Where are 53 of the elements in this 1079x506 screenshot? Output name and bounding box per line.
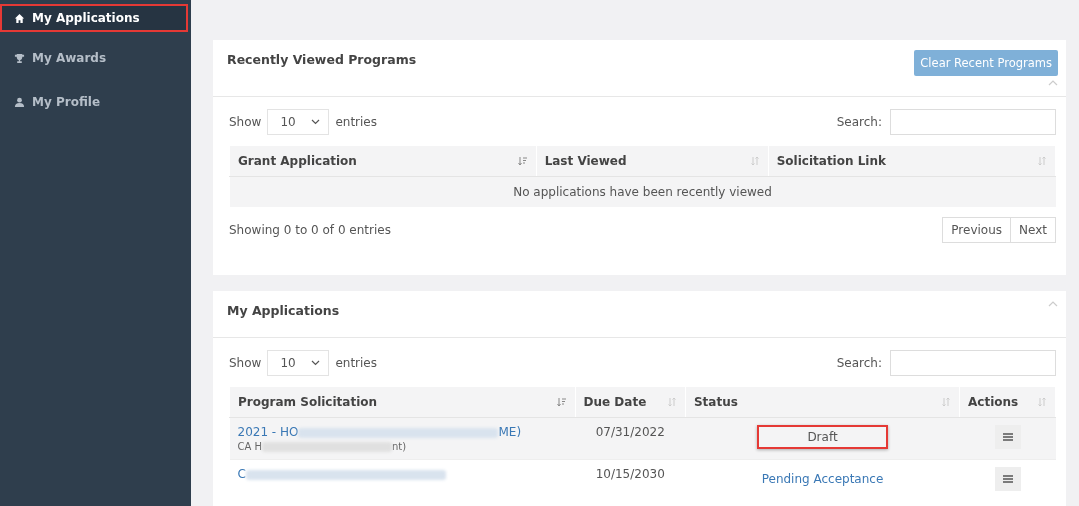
search-label: Search: bbox=[836, 115, 882, 129]
show-label: Show bbox=[229, 115, 262, 129]
dropdown-caret-icon[interactable] bbox=[311, 360, 321, 366]
column-header[interactable]: Actions bbox=[959, 386, 1056, 418]
panel-title: My Applications bbox=[227, 303, 340, 318]
sidebar-item[interactable]: My Applications bbox=[0, 4, 188, 32]
collapse-chevron-icon[interactable] bbox=[1048, 80, 1058, 86]
actions-menu-button[interactable] bbox=[994, 425, 1021, 449]
search-field[interactable] bbox=[890, 109, 1056, 135]
collapse-chevron-icon[interactable] bbox=[1048, 301, 1058, 307]
table-info: Showing 0 to 0 of 0 entries bbox=[229, 223, 391, 237]
entries-label: entries bbox=[335, 356, 377, 370]
program-link[interactable]: C bbox=[237, 467, 246, 481]
sort-icon[interactable] bbox=[1037, 397, 1047, 407]
search-label: Search: bbox=[836, 356, 882, 370]
due-date-cell: 07/31/2022 bbox=[575, 417, 686, 460]
column-header[interactable]: Grant Application bbox=[229, 145, 537, 177]
actions-menu-button[interactable] bbox=[994, 467, 1021, 491]
empty-table-message: No applications have been recently viewed bbox=[229, 176, 1056, 207]
status-label: Draft bbox=[757, 425, 888, 449]
status-label[interactable]: Pending Acceptance bbox=[711, 467, 934, 491]
sort-icon[interactable] bbox=[941, 397, 952, 407]
panel-title: Recently Viewed Programs bbox=[227, 52, 417, 67]
home-icon bbox=[14, 12, 25, 24]
page-size-select[interactable]: 10 bbox=[267, 350, 330, 376]
page-size-select[interactable]: 10 bbox=[267, 109, 330, 135]
column-header[interactable]: Solicitation Link bbox=[768, 145, 1056, 177]
column-header[interactable]: Last Viewed bbox=[536, 145, 769, 177]
program-link[interactable]: 2021 - HO bbox=[237, 425, 299, 439]
pager-button[interactable]: Previous bbox=[942, 217, 1012, 243]
column-header[interactable]: Program Solicitation bbox=[229, 386, 576, 418]
sort-ascending-icon[interactable] bbox=[517, 156, 528, 166]
column-header[interactable]: Status bbox=[685, 386, 960, 418]
column-header[interactable]: Due Date bbox=[575, 386, 686, 418]
show-label: Show bbox=[229, 356, 262, 370]
sort-icon[interactable] bbox=[1037, 156, 1047, 166]
program-link[interactable]: ME) bbox=[498, 425, 522, 439]
trophy-icon bbox=[14, 52, 25, 64]
pager-button[interactable]: Next bbox=[1010, 217, 1056, 243]
search-field[interactable] bbox=[890, 350, 1056, 376]
program-subtitle: CA H bbox=[237, 441, 263, 452]
user-icon bbox=[14, 96, 25, 108]
sidebar-item[interactable]: My Awards bbox=[0, 40, 191, 76]
sort-ascending-icon[interactable] bbox=[556, 397, 567, 407]
menu-icon bbox=[1002, 433, 1013, 441]
program-subtitle: nt) bbox=[392, 441, 407, 452]
menu-icon bbox=[1002, 475, 1013, 483]
dropdown-caret-icon[interactable] bbox=[311, 119, 321, 125]
sort-icon[interactable] bbox=[666, 397, 677, 407]
due-date-cell: 10/15/2030 bbox=[575, 459, 686, 498]
sidebar-item[interactable]: My Profile bbox=[0, 84, 191, 120]
entries-label: entries bbox=[335, 115, 377, 129]
sort-icon[interactable] bbox=[749, 156, 760, 166]
